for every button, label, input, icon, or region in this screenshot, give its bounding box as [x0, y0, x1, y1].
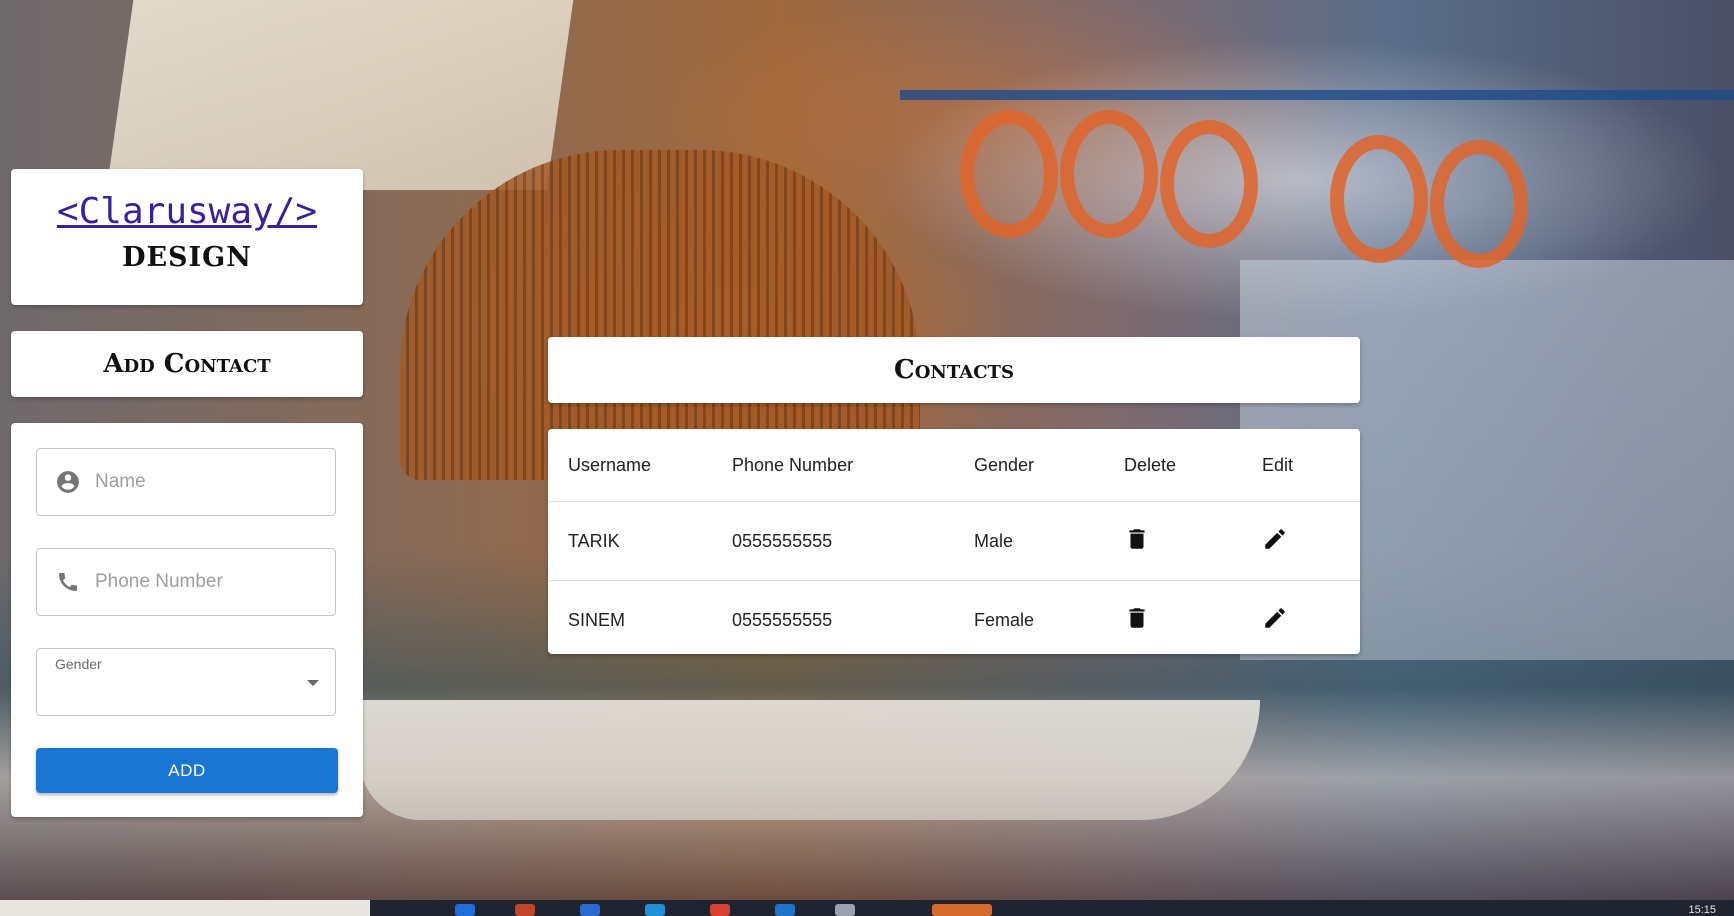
table-header-row: Username Phone Number Gender Delete Edit	[548, 429, 1360, 502]
contacts-table: Username Phone Number Gender Delete Edit…	[548, 429, 1360, 659]
contacts-title: Contacts	[894, 355, 1014, 385]
header-delete: Delete	[1123, 429, 1261, 502]
taskbar-app-icon[interactable]	[580, 904, 600, 916]
add-contact-header: Add Contact	[11, 331, 363, 397]
background-hull	[360, 700, 1260, 820]
phone-input[interactable]	[93, 570, 297, 594]
brand-link[interactable]: <Clarusway/>	[57, 191, 317, 232]
background-lifebuoy	[960, 110, 1058, 238]
cell-edit	[1261, 501, 1360, 581]
name-input[interactable]	[93, 470, 297, 494]
gender-select[interactable]	[37, 649, 335, 715]
gender-select-field[interactable]: Gender	[36, 648, 336, 716]
background-lifebuoy	[1330, 135, 1428, 263]
brand-subtitle: DESIGN	[122, 242, 252, 273]
cell-phone: 0555555555	[732, 609, 833, 630]
taskbar-clock: 15:15	[1688, 904, 1716, 916]
logo-card: <Clarusway/> DESIGN	[11, 169, 363, 305]
header-phone-number: Phone Number	[731, 429, 973, 502]
cell-username: SINEM	[568, 609, 626, 630]
cell-gender: Female	[974, 609, 1035, 630]
taskbar-app-icon[interactable]	[515, 904, 535, 916]
cell-delete	[1123, 581, 1261, 660]
taskbar-app-icon[interactable]	[932, 904, 992, 916]
trash-icon[interactable]	[1124, 526, 1150, 552]
background-rail	[900, 90, 1734, 100]
table-row: TARIK 0555555555 Male	[548, 501, 1360, 581]
phone-icon	[55, 569, 81, 595]
cell-gender: Male	[973, 501, 1123, 581]
taskbar: 15:15	[0, 900, 1734, 916]
trash-icon[interactable]	[1124, 605, 1150, 631]
cell-edit	[1261, 581, 1360, 660]
taskbar-app-icon[interactable]	[835, 904, 855, 916]
pencil-icon[interactable]	[1262, 526, 1288, 552]
table-row: SINEM 0555555555 Female	[548, 581, 1360, 660]
arrow-drop-down-icon	[307, 680, 319, 686]
header-edit: Edit	[1261, 429, 1360, 502]
taskbar-app-icon[interactable]	[455, 904, 475, 916]
contacts-table-card: Username Phone Number Gender Delete Edit…	[548, 429, 1360, 654]
taskbar-left-area	[0, 900, 370, 916]
add-button[interactable]: ADD	[36, 748, 338, 793]
background-sail	[106, 0, 574, 190]
contacts-header: Contacts	[548, 337, 1360, 403]
taskbar-app-icon[interactable]	[775, 904, 795, 916]
pencil-icon[interactable]	[1262, 605, 1288, 631]
cell-username: TARIK	[548, 501, 731, 581]
header-gender: Gender	[973, 429, 1123, 502]
background-lifebuoy	[1430, 140, 1528, 268]
phone-field[interactable]	[36, 548, 336, 616]
taskbar-app-icon[interactable]	[645, 904, 665, 916]
cell-delete	[1123, 501, 1261, 581]
account-circle-icon	[55, 469, 81, 495]
cell-phone: 0555555555	[731, 501, 973, 581]
add-contact-title: Add Contact	[103, 349, 271, 379]
header-username: Username	[548, 429, 731, 502]
background-lifebuoy	[1060, 110, 1158, 238]
background-lifebuoy	[1160, 120, 1258, 248]
add-contact-form: Gender ADD	[11, 423, 363, 817]
taskbar-app-icon[interactable]	[710, 904, 730, 916]
name-field[interactable]	[36, 448, 336, 516]
